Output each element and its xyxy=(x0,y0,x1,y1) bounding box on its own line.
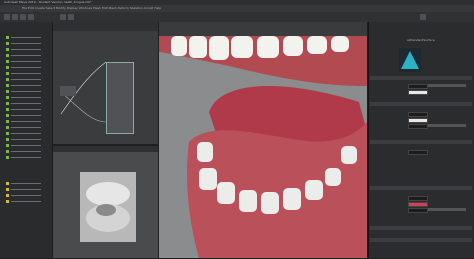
arnold-logo-icon xyxy=(399,48,421,72)
specular-color-swatch[interactable] xyxy=(408,118,428,123)
snap-icon[interactable] xyxy=(60,14,66,20)
mesh-icon xyxy=(6,108,9,111)
mesh-icon xyxy=(6,84,9,87)
subsurface-color-swatch[interactable] xyxy=(408,202,428,207)
outliner-panel[interactable] xyxy=(0,22,53,258)
mesh-icon xyxy=(6,114,9,117)
outliner-item[interactable] xyxy=(6,96,48,99)
group-icon xyxy=(6,194,9,197)
outliner-item[interactable] xyxy=(6,188,48,191)
texture-node[interactable] xyxy=(60,86,76,96)
material-type-field[interactable]: aiStandardSurface xyxy=(407,38,435,42)
render-view-toolbar[interactable] xyxy=(53,146,158,152)
transmission-weight-field[interactable] xyxy=(408,150,428,155)
mesh-icon xyxy=(6,156,9,159)
outliner-item[interactable] xyxy=(6,60,48,63)
outliner-item[interactable] xyxy=(6,108,48,111)
mesh-icon xyxy=(6,60,9,63)
outliner-item[interactable] xyxy=(6,150,48,153)
mesh-icon xyxy=(6,96,9,99)
mesh-icon xyxy=(6,90,9,93)
outliner-item[interactable] xyxy=(6,102,48,105)
outliner-item[interactable] xyxy=(6,138,48,141)
outliner-item[interactable] xyxy=(6,156,48,159)
base-weight-field[interactable] xyxy=(408,84,428,89)
mesh-icon xyxy=(6,150,9,153)
outliner-item[interactable] xyxy=(6,42,48,45)
specular-weight-field[interactable] xyxy=(408,112,428,117)
subsurface-radius-slider[interactable] xyxy=(428,208,466,211)
toolbar-shelf[interactable] xyxy=(0,12,474,22)
mesh-icon xyxy=(6,72,9,75)
base-weight-slider[interactable] xyxy=(428,84,466,87)
outliner-item[interactable] xyxy=(6,194,48,197)
outliner-item[interactable] xyxy=(6,54,48,57)
render-preview-image xyxy=(80,172,136,242)
menu-items[interactable]: File Edit Create Select Modify Display W… xyxy=(22,6,161,10)
viewport-toolbar[interactable] xyxy=(159,22,367,36)
base-color-swatch[interactable] xyxy=(408,90,428,95)
section-base[interactable] xyxy=(370,76,472,80)
group-icon xyxy=(6,200,9,203)
mesh-icon xyxy=(6,48,9,51)
section-transmission[interactable] xyxy=(370,140,472,144)
roughness-slider[interactable] xyxy=(428,124,466,127)
group-icon xyxy=(6,182,9,185)
outliner-item[interactable] xyxy=(6,36,48,39)
outliner-item[interactable] xyxy=(6,84,48,87)
outliner-item[interactable] xyxy=(6,132,48,135)
outliner-item[interactable] xyxy=(6,72,48,75)
mesh-icon xyxy=(6,42,9,45)
shader-node[interactable] xyxy=(106,62,134,134)
node-connection xyxy=(60,91,107,123)
outliner-item[interactable] xyxy=(6,120,48,123)
workspace-icon[interactable] xyxy=(420,14,426,20)
section-geometry[interactable] xyxy=(370,238,472,242)
mesh-icon xyxy=(6,66,9,69)
mesh-icon xyxy=(6,102,9,105)
select-tool-icon[interactable] xyxy=(4,14,10,20)
mesh-icon xyxy=(6,54,9,57)
outliner-item[interactable] xyxy=(6,114,48,117)
section-specular[interactable] xyxy=(370,102,472,106)
render-icon[interactable] xyxy=(68,14,74,20)
outliner-item[interactable] xyxy=(6,78,48,81)
outliner-item[interactable] xyxy=(6,144,48,147)
section-subsurface[interactable] xyxy=(370,186,472,190)
mesh-icon xyxy=(6,36,9,39)
menu-bar[interactable]: File Edit Create Select Modify Display W… xyxy=(0,5,474,12)
group-icon xyxy=(6,188,9,191)
3d-viewport[interactable] xyxy=(159,22,367,258)
roughness-field[interactable] xyxy=(408,124,428,129)
outliner-item[interactable] xyxy=(6,182,48,185)
scale-tool-icon[interactable] xyxy=(28,14,34,20)
mesh-icon xyxy=(6,144,9,147)
section-emission[interactable] xyxy=(370,226,472,230)
outliner-item[interactable] xyxy=(6,126,48,129)
mesh-icon xyxy=(6,132,9,135)
subsurface-weight-field[interactable] xyxy=(408,196,428,201)
subsurface-radius-field[interactable] xyxy=(408,208,428,213)
outliner-item[interactable] xyxy=(6,200,48,203)
outliner-item[interactable] xyxy=(6,48,48,51)
mesh-icon xyxy=(6,126,9,129)
mesh-icon xyxy=(6,120,9,123)
move-tool-icon[interactable] xyxy=(12,14,18,20)
outliner-item[interactable] xyxy=(6,66,48,69)
rotate-tool-icon[interactable] xyxy=(20,14,26,20)
outliner-item[interactable] xyxy=(6,90,48,93)
mesh-icon xyxy=(6,138,9,141)
mesh-icon xyxy=(6,78,9,81)
